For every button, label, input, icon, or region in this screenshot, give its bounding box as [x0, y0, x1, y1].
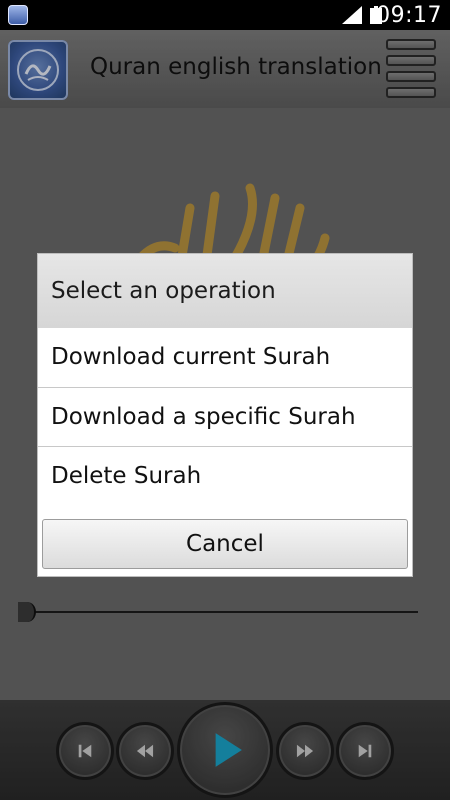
delete-surah-item[interactable]: Delete Surah: [38, 446, 412, 505]
dialog-title: Select an operation: [51, 278, 276, 304]
cancel-button[interactable]: Cancel: [42, 519, 408, 569]
dialog-item-label: Download a specific Surah: [51, 404, 356, 430]
download-specific-surah-item[interactable]: Download a specific Surah: [38, 387, 412, 446]
signal-icon: [342, 6, 362, 24]
download-current-surah-item[interactable]: Download current Surah: [38, 328, 412, 386]
dialog-item-label: Delete Surah: [51, 463, 202, 489]
dialog-header: Select an operation: [38, 254, 412, 328]
operation-dialog: Select an operation Download current Sur…: [38, 254, 412, 576]
status-clock: 09:17: [376, 3, 442, 28]
app-notification-icon: [8, 5, 28, 25]
status-bar: 09:17: [0, 0, 450, 30]
dialog-item-label: Download current Surah: [51, 344, 331, 370]
